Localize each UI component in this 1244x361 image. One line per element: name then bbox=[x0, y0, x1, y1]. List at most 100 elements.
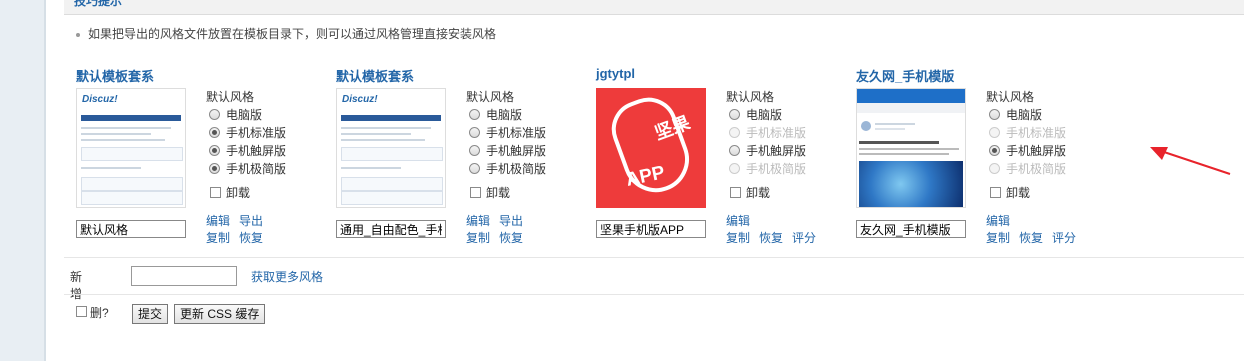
option-label: 电脑版 bbox=[746, 108, 783, 122]
tip-line: 如果把导出的风格文件放置在模板目录下，则可以通过风格管理直接安装风格 bbox=[76, 25, 496, 42]
update-css-cache-button[interactable]: 更新 CSS 缓存 bbox=[174, 304, 266, 324]
radio-pc[interactable] bbox=[989, 109, 1000, 120]
uninstall-label: 卸载 bbox=[486, 186, 511, 200]
radio-pc[interactable] bbox=[729, 109, 740, 120]
radio-mobile-simple[interactable] bbox=[469, 163, 480, 174]
discuz-logo: Discuz! bbox=[82, 94, 118, 105]
style-title[interactable]: 友久网_手机模版 bbox=[856, 66, 954, 85]
get-more-styles-link[interactable]: 获取更多风格 bbox=[251, 268, 323, 285]
red-arrow-annotation-icon bbox=[1150, 147, 1231, 175]
uninstall-checkbox[interactable] bbox=[990, 187, 1001, 198]
style-preview: 坚果 APP bbox=[596, 88, 706, 208]
delete-checkbox[interactable] bbox=[76, 306, 87, 317]
copy-link[interactable]: 复制 bbox=[726, 231, 750, 245]
tip-header: 技巧提示 bbox=[64, 0, 1244, 15]
radio-mobile-standard[interactable] bbox=[209, 127, 220, 138]
style-options: 默认风格 电脑版 手机标准版 手机触屏版 手机极简版 卸载 编辑 导出 复制 恢复 bbox=[206, 88, 336, 245]
rate-link[interactable]: 评分 bbox=[792, 231, 816, 245]
style-name-input[interactable] bbox=[856, 220, 966, 238]
world-map-image bbox=[859, 161, 963, 207]
option-mobile-touch[interactable]: 手机触屏版 bbox=[726, 142, 856, 160]
edit-link[interactable]: 编辑 bbox=[726, 214, 750, 228]
uninstall-checkbox[interactable] bbox=[470, 187, 481, 198]
bullet-icon bbox=[76, 32, 80, 37]
style-title[interactable]: 默认模板套系 bbox=[336, 66, 414, 85]
restore-link[interactable]: 恢复 bbox=[239, 231, 263, 245]
option-pc[interactable]: 电脑版 bbox=[466, 106, 596, 124]
radio-mobile-touch[interactable] bbox=[469, 145, 480, 156]
uninstall-checkbox[interactable] bbox=[730, 187, 741, 198]
radio-mobile-touch[interactable] bbox=[209, 145, 220, 156]
option-label: 电脑版 bbox=[1006, 108, 1043, 122]
edit-link[interactable]: 编辑 bbox=[986, 214, 1010, 228]
option-label: 手机标准版 bbox=[1006, 126, 1067, 140]
sidebar-edge bbox=[44, 0, 46, 361]
tip-text: 如果把导出的风格文件放置在模板目录下，则可以通过风格管理直接安装风格 bbox=[88, 27, 497, 41]
option-mobile-touch[interactable]: 手机触屏版 bbox=[206, 142, 336, 160]
restore-link[interactable]: 恢复 bbox=[759, 231, 783, 245]
radio-mobile-standard bbox=[729, 127, 740, 138]
copy-link[interactable]: 复制 bbox=[986, 231, 1010, 245]
option-label: 手机触屏版 bbox=[1006, 144, 1067, 158]
style-name-input[interactable] bbox=[336, 220, 446, 238]
submit-button[interactable]: 提交 bbox=[132, 304, 169, 324]
radio-mobile-touch[interactable] bbox=[989, 145, 1000, 156]
divider bbox=[64, 257, 1244, 258]
option-mobile-simple[interactable]: 手机极简版 bbox=[466, 160, 596, 178]
uninstall-toggle[interactable]: 卸载 bbox=[726, 185, 770, 201]
option-pc[interactable]: 电脑版 bbox=[986, 106, 1116, 124]
edit-link[interactable]: 编辑 bbox=[466, 214, 490, 228]
option-mobile-touch[interactable]: 手机触屏版 bbox=[466, 142, 596, 160]
option-label: 手机极简版 bbox=[226, 162, 287, 176]
option-mobile-simple[interactable]: 手机极简版 bbox=[206, 160, 336, 178]
export-link[interactable]: 导出 bbox=[499, 214, 523, 228]
option-label: 手机触屏版 bbox=[746, 144, 807, 158]
option-mobile-standard: 手机标准版 bbox=[726, 124, 856, 142]
style-actions: 编辑 复制 恢复 评分 bbox=[726, 212, 856, 246]
option-label: 手机触屏版 bbox=[486, 144, 547, 158]
restore-link[interactable]: 恢复 bbox=[1019, 231, 1043, 245]
copy-link[interactable]: 复制 bbox=[466, 231, 490, 245]
default-style-label: 默认风格 bbox=[206, 90, 255, 104]
uninstall-checkbox[interactable] bbox=[210, 187, 221, 198]
radio-pc[interactable] bbox=[469, 109, 480, 120]
rate-link[interactable]: 评分 bbox=[1052, 231, 1076, 245]
option-label: 手机极简版 bbox=[746, 162, 807, 176]
edit-link[interactable]: 编辑 bbox=[206, 214, 230, 228]
option-pc[interactable]: 电脑版 bbox=[726, 106, 856, 124]
style-title[interactable]: 默认模板套系 bbox=[76, 66, 154, 85]
uninstall-toggle[interactable]: 卸载 bbox=[466, 185, 510, 201]
radio-mobile-standard bbox=[989, 127, 1000, 138]
option-mobile-standard: 手机标准版 bbox=[986, 124, 1116, 142]
copy-link[interactable]: 复制 bbox=[206, 231, 230, 245]
avatar bbox=[861, 121, 871, 131]
style-preview: Discuz! bbox=[76, 88, 186, 208]
add-style-input[interactable] bbox=[131, 266, 237, 286]
export-link[interactable]: 导出 bbox=[239, 214, 263, 228]
option-mobile-touch[interactable]: 手机触屏版 bbox=[986, 142, 1116, 160]
option-label: 电脑版 bbox=[226, 108, 263, 122]
radio-mobile-standard[interactable] bbox=[469, 127, 480, 138]
arrow-head bbox=[1150, 147, 1168, 160]
default-style-label: 默认风格 bbox=[986, 90, 1035, 104]
option-mobile-simple: 手机极简版 bbox=[986, 160, 1116, 178]
radio-mobile-simple[interactable] bbox=[209, 163, 220, 174]
restore-link[interactable]: 恢复 bbox=[499, 231, 523, 245]
style-name-input[interactable] bbox=[596, 220, 706, 238]
radio-pc[interactable] bbox=[209, 109, 220, 120]
style-title[interactable]: jgtytpl bbox=[596, 66, 635, 81]
option-pc[interactable]: 电脑版 bbox=[206, 106, 336, 124]
style-options: 默认风格 电脑版 手机标准版 手机触屏版 手机极简版 卸载 编辑 复制 恢复 评分 bbox=[986, 88, 1116, 245]
left-sidebar-strip bbox=[0, 0, 46, 361]
option-label: 手机标准版 bbox=[746, 126, 807, 140]
radio-mobile-touch[interactable] bbox=[729, 145, 740, 156]
delete-label: 删? bbox=[90, 306, 109, 320]
uninstall-label: 卸载 bbox=[226, 186, 251, 200]
option-mobile-standard[interactable]: 手机标准版 bbox=[206, 124, 336, 142]
add-label: 新增 bbox=[70, 270, 83, 301]
style-card-2: 默认模板套系 Discuz! 默认风格 电脑版 手机标准版 手机触屏版 手机极简… bbox=[336, 66, 596, 246]
uninstall-toggle[interactable]: 卸载 bbox=[986, 185, 1030, 201]
style-name-input[interactable] bbox=[76, 220, 186, 238]
option-mobile-standard[interactable]: 手机标准版 bbox=[466, 124, 596, 142]
uninstall-toggle[interactable]: 卸载 bbox=[206, 185, 250, 201]
